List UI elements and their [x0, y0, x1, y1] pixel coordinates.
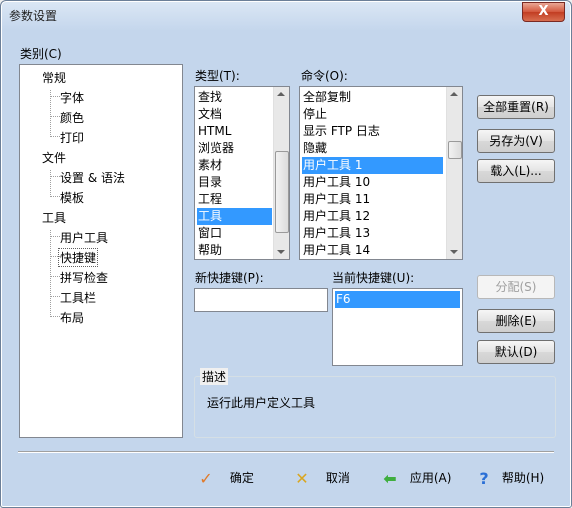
scroll-down-icon[interactable] [450, 250, 458, 254]
current-shortcut-list[interactable]: F6 [332, 288, 463, 366]
command-list[interactable]: 全部复制 停止 显示 FTP 日志 隐藏 用户工具 1 用户工具 10 用户工具… [299, 86, 463, 260]
scroll-up-icon[interactable] [277, 92, 285, 96]
type-item[interactable]: HTML [197, 123, 272, 140]
command-item[interactable]: 停止 [302, 106, 443, 123]
title-bar: 参数设置 X [1, 1, 571, 29]
cancel-label: 取消 [325, 471, 350, 485]
category-label: 类别(C) [20, 47, 62, 61]
checkmark-icon: ✓ [199, 468, 213, 488]
type-item[interactable]: 素材 [197, 157, 272, 174]
command-item[interactable]: 用户工具 12 [302, 208, 443, 225]
command-item[interactable]: 显示 FTP 日志 [302, 123, 443, 140]
category-tree[interactable]: 常规 字体 颜色 打印 文件 设置 & 语法 模板 工具 用户工具 快捷键 拼写… [19, 64, 183, 438]
help-button[interactable]: ? 帮助(H) [474, 467, 544, 489]
type-item[interactable]: 帮助 [197, 242, 272, 259]
tree-item-general[interactable]: 常规 [42, 69, 66, 86]
command-label: 命令(O): [301, 69, 348, 83]
new-shortcut-label: 新快捷键(P): [195, 271, 264, 285]
type-item[interactable]: 浏览器 [197, 140, 272, 157]
type-item[interactable]: 文档 [197, 106, 272, 123]
window-title: 参数设置 [9, 9, 58, 23]
scroll-thumb[interactable] [275, 151, 289, 233]
type-item[interactable]: 工程 [197, 191, 272, 208]
type-scrollbar[interactable] [273, 87, 289, 259]
command-item[interactable]: 全部复制 [302, 89, 443, 106]
description-title: 描述 [200, 368, 229, 385]
cross-icon: ✕ [295, 468, 309, 488]
close-icon: X [538, 4, 549, 19]
scroll-thumb[interactable] [448, 141, 462, 159]
command-item[interactable]: 隐藏 [302, 140, 443, 157]
question-mark-icon: ? [479, 468, 489, 488]
apply-label: 应用(A) [409, 471, 452, 485]
tree-item-print[interactable]: 打印 [60, 129, 84, 146]
scroll-down-icon[interactable] [277, 250, 285, 254]
tree-item-font[interactable]: 字体 [60, 89, 84, 106]
scroll-up-icon[interactable] [450, 92, 458, 96]
command-item[interactable]: 用户工具 10 [302, 174, 443, 191]
new-shortcut-input[interactable] [194, 288, 328, 312]
type-item-selected[interactable]: 工具 [197, 208, 272, 225]
reset-all-button[interactable]: 全部重置(R) [477, 95, 555, 119]
apply-button[interactable]: ⬅ 应用(A) [380, 467, 451, 489]
load-button[interactable]: 载入(L)... [477, 159, 555, 183]
type-list[interactable]: 查找 文档 HTML 浏览器 素材 目录 工程 工具 窗口 帮助 [194, 86, 290, 260]
command-item[interactable]: 用户工具 13 [302, 225, 443, 242]
footer-separator [18, 451, 554, 453]
tree-item-color[interactable]: 颜色 [60, 109, 84, 126]
type-item[interactable]: 查找 [197, 89, 272, 106]
save-as-button[interactable]: 另存为(V) [477, 129, 555, 153]
tree-item-settings-syntax[interactable]: 设置 & 语法 [60, 169, 125, 186]
type-item[interactable]: 窗口 [197, 225, 272, 242]
current-shortcut-item[interactable]: F6 [335, 291, 460, 308]
command-item[interactable]: 用户工具 11 [302, 191, 443, 208]
tree-item-tools[interactable]: 工具 [42, 209, 66, 226]
command-item-selected[interactable]: 用户工具 1 [302, 157, 443, 174]
delete-button[interactable]: 删除(E) [477, 309, 555, 333]
tree-item-shortcuts[interactable]: 快捷键 [58, 248, 99, 267]
default-button[interactable]: 默认(D) [477, 340, 555, 364]
cancel-button[interactable]: ✕ 取消 [292, 467, 350, 489]
tree-item-toolbar[interactable]: 工具栏 [60, 289, 96, 306]
current-shortcut-label: 当前快捷键(U): [332, 271, 415, 285]
tree-item-spell-check[interactable]: 拼写检查 [60, 269, 108, 286]
command-scrollbar[interactable] [446, 87, 462, 259]
tree-item-user-tools[interactable]: 用户工具 [60, 229, 108, 246]
close-button[interactable]: X [522, 2, 565, 22]
description-text: 运行此用户定义工具 [207, 396, 316, 410]
assign-button[interactable]: 分配(S) [477, 275, 555, 299]
type-label: 类型(T): [195, 69, 240, 83]
tree-item-layout[interactable]: 布局 [60, 309, 84, 326]
command-item[interactable]: 用户工具 14 [302, 242, 443, 259]
ok-button[interactable]: ✓ 确定 [196, 467, 254, 489]
type-item[interactable]: 目录 [197, 174, 272, 191]
arrow-left-icon: ⬅ [383, 468, 397, 488]
ok-label: 确定 [229, 471, 254, 485]
tree-item-template[interactable]: 模板 [60, 189, 84, 206]
help-label: 帮助(H) [501, 471, 545, 485]
tree-item-file[interactable]: 文件 [42, 149, 66, 166]
